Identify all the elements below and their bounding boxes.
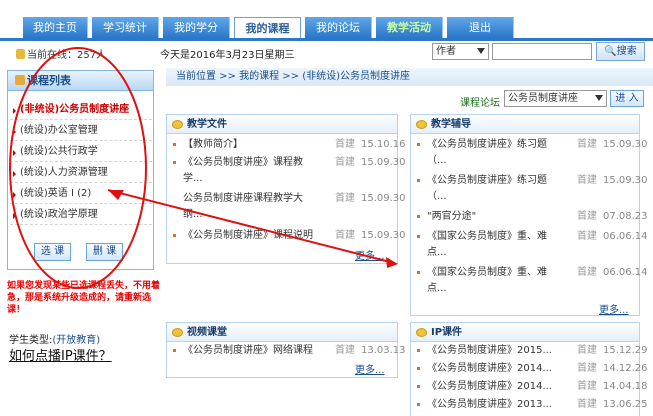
select-course-button[interactable]: 选 课 — [34, 243, 71, 261]
folder-icon — [172, 120, 183, 129]
video-more-link[interactable]: 更多... — [355, 361, 385, 376]
course-item[interactable]: (统设)公共行政学 — [10, 141, 152, 162]
ip-panel: IP课件 《公务员制度讲座》2015... 首建 15.12.29 《公务员制度讲座… — [410, 322, 648, 416]
search-field-select[interactable]: 作者 — [432, 43, 489, 60]
tutor-more-link[interactable]: 更多... — [599, 301, 629, 316]
tab-my-credits[interactable]: 我的学分 — [163, 17, 230, 38]
breadcrumb: 当前位置 >> 我的课程 >> (非统设)公务员制度讲座 — [166, 68, 653, 86]
tutor-panel: 教学辅导 《公务员制度讲座》练习题 首建 15.09.30 （... 《公务员制度讲… — [410, 114, 648, 316]
tutor-panel-title: 教学辅导 — [411, 115, 639, 134]
docs-more-link[interactable]: 更多... — [355, 247, 385, 262]
course-forum-select[interactable]: 公务员制度讲座 — [504, 90, 607, 107]
tab-study-stats[interactable]: 学习统计 — [92, 17, 159, 38]
arrow-icon — [13, 192, 16, 198]
search-icon: 🔍 — [604, 46, 617, 57]
tab-my-forum[interactable]: 我的论坛 — [305, 17, 372, 38]
course-item[interactable]: (统设)政治学原理 — [10, 204, 152, 225]
today-date: 今天是2016年3月23日星期三 — [160, 50, 295, 61]
info-bar: 当前在线：257人 今天是2016年3月23日星期三 作者 🔍搜索 — [0, 41, 653, 63]
docs-panel-title: 教学文件 — [167, 115, 397, 134]
video-panel-title: 视频课堂 — [167, 323, 397, 342]
course-item[interactable]: (统设)英语 I (2) — [10, 183, 152, 204]
chevron-down-icon — [477, 48, 485, 54]
folder-icon — [416, 328, 427, 337]
course-list-panel: 课程列表 (非统设)公务员制度讲座 (统设)办公室管理 (统设)公共行政学 (统… — [7, 70, 154, 270]
course-item[interactable]: (统设)人力资源管理 — [10, 162, 152, 183]
ip-panel-title: IP课件 — [411, 323, 639, 342]
docs-panel: 教学文件 【教师简介】 首建 15.10.16 《公务员制度讲座》课程教 首建 15.0… — [166, 114, 406, 264]
search-input[interactable] — [492, 43, 592, 60]
folder-icon — [416, 120, 427, 129]
online-count: 当前在线：257人 — [16, 46, 106, 61]
course-loss-notice: 如果您发现某些已选课程丢失，不用着急，那是系统升级造成的，请重新选课！ — [7, 281, 161, 315]
arrow-icon — [13, 171, 16, 177]
nav-tabs: 我的主页 学习统计 我的学分 我的课程 我的论坛 教学活动 退出 — [23, 17, 514, 38]
course-forum-label: 课程论坛 — [460, 98, 500, 109]
student-type: 学生类型:(开放教育) — [9, 335, 101, 346]
search-button[interactable]: 🔍搜索 — [596, 42, 645, 61]
arrow-icon — [13, 150, 16, 156]
folder-icon — [172, 328, 183, 337]
course-list-title: 课程列表 — [8, 71, 153, 91]
arrow-icon — [13, 108, 16, 114]
howto-ip-link[interactable]: 如何点播IP课件？ — [9, 345, 112, 364]
list-icon — [15, 75, 25, 85]
video-panel: 视频课堂 《公务员制度讲座》网络课程 首建 13.03.13 更多... — [166, 322, 406, 378]
course-item[interactable]: (非统设)公务员制度讲座 — [10, 99, 152, 120]
arrow-icon — [13, 213, 16, 219]
delete-course-button[interactable]: 删 课 — [86, 243, 123, 261]
tab-my-home[interactable]: 我的主页 — [23, 17, 88, 38]
tab-teaching-activity[interactable]: 教学活动 — [376, 17, 443, 38]
top-nav: 我的主页 学习统计 我的学分 我的课程 我的论坛 教学活动 退出 — [0, 0, 653, 41]
tab-logout[interactable]: 退出 — [447, 17, 514, 38]
arrow-icon — [13, 129, 16, 135]
tab-my-courses[interactable]: 我的课程 — [234, 17, 301, 38]
chevron-down-icon — [595, 95, 603, 101]
enter-forum-button[interactable]: 进 入 — [610, 90, 644, 107]
user-icon — [16, 49, 25, 59]
course-item[interactable]: (统设)办公室管理 — [10, 120, 152, 141]
